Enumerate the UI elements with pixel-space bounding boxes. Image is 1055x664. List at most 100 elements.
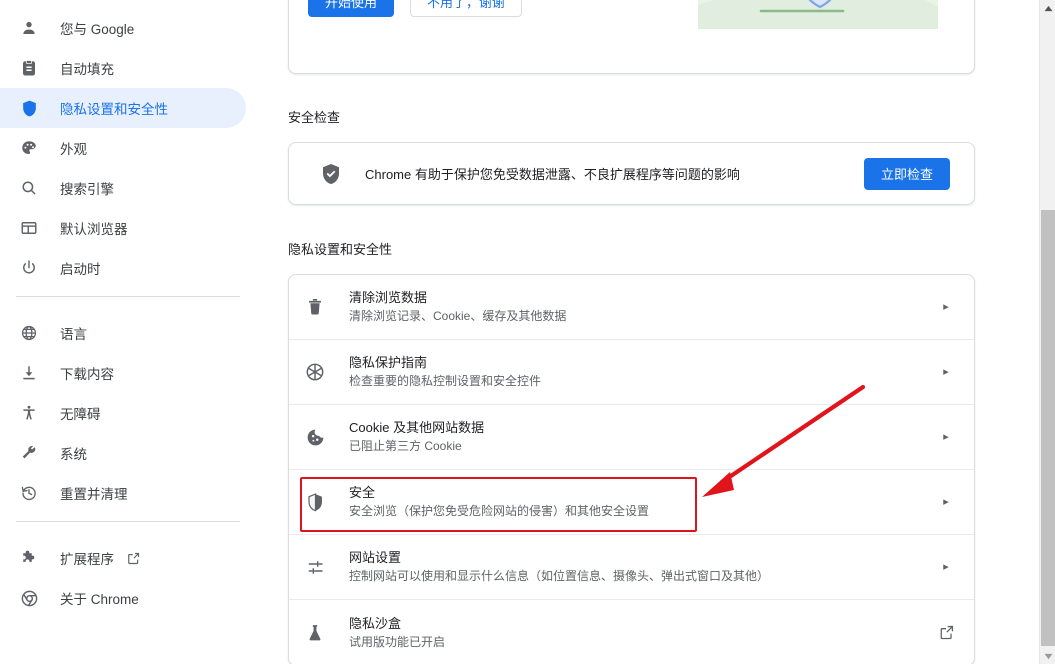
puzzle-icon	[19, 548, 39, 568]
section-title-safety-check: 安全检查	[288, 110, 341, 125]
shield-check-icon	[319, 162, 343, 186]
chrome-icon	[19, 588, 39, 608]
privacy-row-title: 网站设置	[349, 550, 402, 565]
history-restore-icon	[19, 483, 39, 503]
privacy-row-body: 隐私沙盒 试用版功能已开启	[349, 615, 934, 651]
privacy-row-security[interactable]: 安全 安全浏览（保护您免受危险网站的侵害）和其他安全设置 ▸	[289, 470, 974, 535]
privacy-row-body: Cookie 及其他网站数据 已阻止第三方 Cookie	[349, 419, 934, 455]
privacy-row-title: 隐私保护指南	[349, 355, 428, 370]
accessibility-icon	[19, 403, 39, 423]
privacy-row-body: 网站设置 控制网站可以使用和显示什么信息（如位置信息、摄像头、弹出式窗口及其他）	[349, 549, 934, 585]
sidebar-item-downloads[interactable]: 下载内容	[0, 353, 246, 393]
scroll-down-icon[interactable]	[1040, 648, 1055, 664]
shield-icon	[19, 98, 39, 118]
palette-icon	[19, 138, 39, 158]
privacy-row-subtitle: 检查重要的隐私控制设置和安全控件	[349, 374, 542, 388]
trash-icon	[303, 295, 327, 319]
sidebar-item-default-browser[interactable]: 默认浏览器	[0, 208, 246, 248]
chevron-right-icon[interactable]: ▸	[934, 496, 958, 508]
no-thanks-button[interactable]: 不用了，谢谢	[410, 0, 523, 17]
scroll-up-icon[interactable]	[1040, 0, 1055, 16]
chevron-right-icon[interactable]: ▸	[934, 301, 958, 313]
sidebar-divider-2	[16, 521, 240, 522]
safety-check-card: Chrome 有助于保护您免受数据泄露、不良扩展程序等问题的影响 立即检查	[288, 142, 975, 205]
scroll-thumb[interactable]	[1041, 210, 1055, 646]
sidebar-item-label: 搜索引擎	[60, 182, 114, 197]
sidebar-item-label: 隐私设置和安全性	[60, 102, 168, 117]
shield-icon	[303, 490, 327, 514]
sidebar-item-label: 您与 Google	[60, 22, 135, 37]
external-link-icon[interactable]	[934, 624, 958, 641]
wrench-icon	[19, 443, 39, 463]
sidebar-item-system[interactable]: 系统	[0, 433, 246, 473]
sidebar-item-reset-and-cleanup[interactable]: 重置并清理	[0, 473, 246, 513]
tune-sliders-icon	[303, 555, 327, 579]
sidebar-item-privacy-and-security[interactable]: 隐私设置和安全性	[0, 88, 246, 128]
promo-button-row: 开始使用 不用了，谢谢	[308, 0, 523, 17]
check-now-button[interactable]: 立即检查	[863, 157, 950, 190]
sidebar-item-languages[interactable]: 语言	[0, 313, 246, 353]
cookie-icon	[303, 425, 327, 449]
privacy-row-body: 隐私保护指南 检查重要的隐私控制设置和安全控件	[349, 354, 934, 390]
sidebar-item-on-startup[interactable]: 启动时	[0, 248, 246, 288]
privacy-row-subtitle: 试用版功能已开启	[349, 634, 446, 649]
clipboard-icon	[19, 58, 39, 78]
sidebar-item-label: 扩展程序	[60, 552, 114, 567]
safety-check-description: Chrome 有助于保护您免受数据泄露、不良扩展程序等问题的影响	[365, 167, 740, 182]
get-started-button[interactable]: 开始使用	[308, 0, 395, 17]
browser-window-icon	[19, 218, 39, 238]
vertical-scrollbar[interactable]	[1039, 0, 1055, 664]
settings-main-content: 开始使用 不用了，谢谢 安全检查 Chrome 有助于保护您免受数据泄露、不良扩…	[256, 0, 1039, 664]
sidebar-item-autofill[interactable]: 自动填充	[0, 48, 246, 88]
sidebar-group-main: 您与 Google 自动填充 隐私设置和安全性 外观 搜索引擎 默认浏览器 启动…	[0, 0, 256, 288]
privacy-row-clear-browsing-data[interactable]: 清除浏览数据 清除浏览记录、Cookie、缓存及其他数据 ▸	[289, 275, 974, 340]
sidebar-item-about-chrome[interactable]: 关于 Chrome	[0, 578, 246, 618]
sidebar-item-label: 默认浏览器	[60, 222, 128, 237]
person-icon	[19, 18, 39, 38]
section-title-privacy-and-security: 隐私设置和安全性	[288, 242, 393, 257]
privacy-row-body: 清除浏览数据 清除浏览记录、Cookie、缓存及其他数据	[349, 289, 934, 325]
sidebar-item-label: 系统	[60, 447, 87, 462]
chevron-right-icon[interactable]: ▸	[934, 366, 958, 378]
sidebar-item-label: 语言	[60, 327, 87, 342]
privacy-row-privacy-guide[interactable]: 隐私保护指南 检查重要的隐私控制设置和安全控件 ▸	[289, 340, 974, 405]
sidebar-group-advanced: 语言 下载内容 无障碍 系统 重置并清理	[0, 305, 256, 513]
globe-icon	[19, 323, 39, 343]
privacy-row-subtitle: 清除浏览记录、Cookie、缓存及其他数据	[349, 309, 567, 323]
sidebar-item-label: 无障碍	[60, 407, 101, 422]
privacy-row-title: 安全	[349, 485, 376, 500]
sidebar-item-label: 重置并清理	[60, 487, 128, 502]
shield-envelope-illustration	[698, 0, 938, 29]
power-icon	[19, 258, 39, 278]
sidebar-item-label: 外观	[60, 142, 87, 157]
sidebar-item-label: 下载内容	[60, 367, 114, 382]
privacy-row-subtitle: 已阻止第三方 Cookie	[349, 439, 462, 453]
chrome-settings-window: 您与 Google 自动填充 隐私设置和安全性 外观 搜索引擎 默认浏览器 启动…	[0, 0, 1055, 664]
privacy-guide-icon	[303, 360, 327, 384]
privacy-row-title: 清除浏览数据	[349, 290, 428, 305]
privacy-row-site-settings[interactable]: 网站设置 控制网站可以使用和显示什么信息（如位置信息、摄像头、弹出式窗口及其他）…	[289, 535, 974, 600]
sidebar-item-label: 关于 Chrome	[60, 592, 139, 607]
download-icon	[19, 363, 39, 383]
privacy-row-subtitle: 控制网站可以使用和显示什么信息（如位置信息、摄像头、弹出式窗口及其他）	[349, 569, 770, 583]
privacy-settings-card: 清除浏览数据 清除浏览记录、Cookie、缓存及其他数据 ▸ 隐私保护指南 检查…	[288, 274, 975, 664]
chevron-right-icon[interactable]: ▸	[934, 561, 958, 573]
privacy-row-privacy-sandbox[interactable]: 隐私沙盒 试用版功能已开启	[289, 600, 974, 664]
privacy-row-cookies[interactable]: Cookie 及其他网站数据 已阻止第三方 Cookie ▸	[289, 405, 974, 470]
sidebar-item-you-and-google[interactable]: 您与 Google	[0, 8, 246, 48]
flask-icon	[303, 621, 327, 645]
sidebar-item-search-engine[interactable]: 搜索引擎	[0, 168, 246, 208]
privacy-row-subtitle: 安全浏览（保护您免受危险网站的侵害）和其他安全设置	[349, 504, 650, 518]
external-link-icon[interactable]	[126, 551, 141, 566]
sidebar-item-extensions[interactable]: 扩展程序	[0, 538, 246, 578]
chevron-right-icon[interactable]: ▸	[934, 431, 958, 443]
privacy-row-body: 安全 安全浏览（保护您免受危险网站的侵害）和其他安全设置	[349, 484, 934, 520]
sidebar-group-footer: 扩展程序 关于 Chrome	[0, 530, 256, 618]
sidebar-divider-1	[16, 296, 240, 297]
promo-card: 开始使用 不用了，谢谢	[288, 0, 975, 74]
privacy-row-title: Cookie 及其他网站数据	[349, 420, 485, 435]
sidebar-item-label: 启动时	[60, 262, 101, 277]
sidebar-item-appearance[interactable]: 外观	[0, 128, 246, 168]
sidebar-item-accessibility[interactable]: 无障碍	[0, 393, 246, 433]
promo-inner: 开始使用 不用了，谢谢	[289, 0, 974, 73]
